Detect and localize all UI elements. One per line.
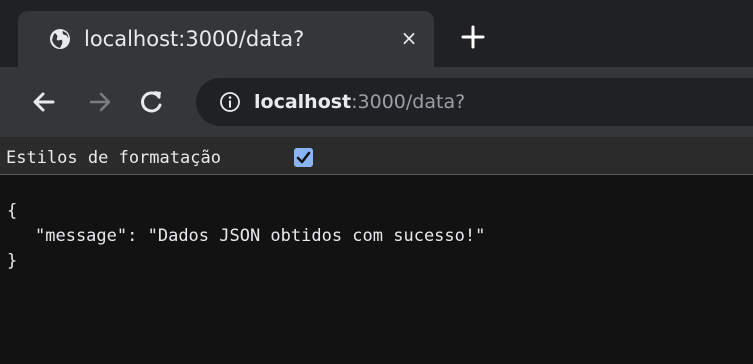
url-text[interactable]: localhost:3000/data? (254, 88, 465, 116)
toolbar: localhost:3000/data? (0, 67, 753, 137)
reload-button[interactable] (138, 88, 166, 116)
info-icon[interactable] (219, 91, 241, 113)
tab-title: localhost:3000/data? (84, 27, 305, 51)
pretty-print-label: Estilos de formatação (6, 148, 221, 168)
json-value: "Dados JSON obtidos com sucesso!" (147, 226, 486, 246)
json-open-brace: { (7, 201, 18, 221)
json-body: { "message": "Dados JSON obtidos com suce… (7, 199, 485, 274)
url-host: localhost (254, 91, 352, 113)
back-button[interactable] (30, 88, 58, 116)
new-tab-button[interactable] (458, 22, 488, 52)
pretty-print-bar: Estilos de formatação (0, 137, 753, 175)
tab-active[interactable]: localhost:3000/data? × (18, 11, 434, 67)
address-bar[interactable]: localhost:3000/data? (196, 78, 753, 126)
json-separator: : (127, 226, 148, 246)
browser-window: localhost:3000/data? × localhost:3000/da… (0, 0, 753, 364)
json-entry: "message": "Dados JSON obtidos com suces… (7, 224, 485, 249)
url-path: :3000/data? (351, 91, 466, 113)
tab-strip: localhost:3000/data? × (0, 0, 753, 67)
json-close-brace: } (7, 251, 18, 271)
page-content: Estilos de formatação { "message": "Dados… (0, 137, 753, 364)
globe-icon (50, 29, 70, 49)
pretty-print-checkbox[interactable] (294, 148, 313, 167)
close-icon[interactable]: × (398, 27, 420, 49)
json-key: "message" (35, 226, 128, 246)
forward-button[interactable] (86, 88, 114, 116)
